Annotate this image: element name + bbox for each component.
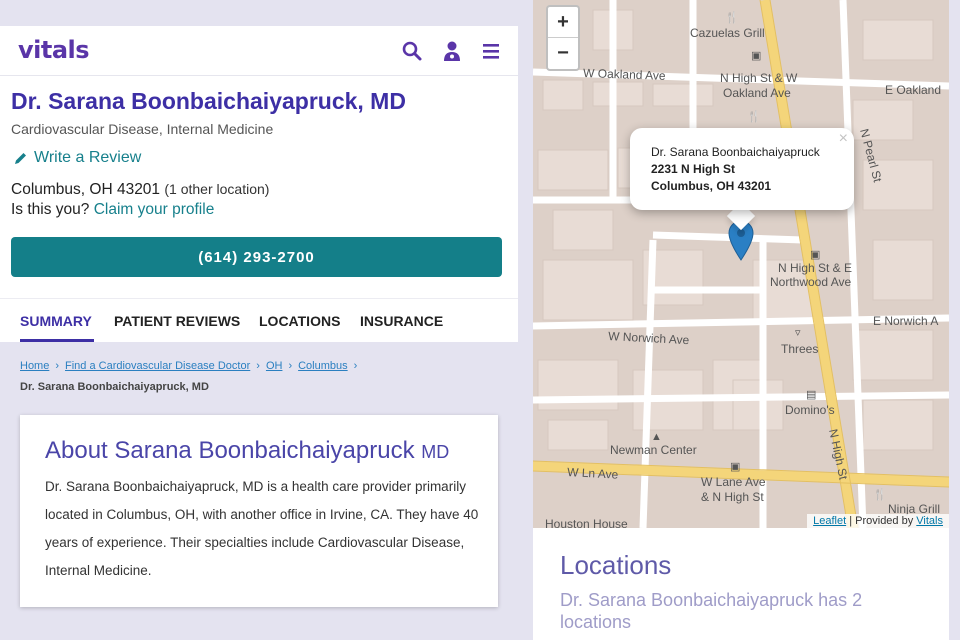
map-label-wlane-nhigh-1: W Lane Ave xyxy=(701,475,766,489)
claim-prefix: Is this you? xyxy=(11,201,90,218)
map-pane: Cazuelas Grill W Oakland Ave N High St &… xyxy=(533,0,949,640)
breadcrumb-home[interactable]: Home xyxy=(20,360,49,372)
map-label-dominos: Domino's xyxy=(785,403,835,417)
about-title-text: About Sarana Boonbaichaiyapruck xyxy=(45,437,415,464)
tab-insurance[interactable]: INSURANCE xyxy=(360,313,443,329)
map-label-nhigh-enorthwood-1: N High St & E xyxy=(778,261,852,275)
popup-name: Dr. Sarana Boonbaichaiyapruck xyxy=(651,145,820,159)
zoom-in-button[interactable]: + xyxy=(548,7,578,38)
map-attribution: Leaflet | Provided by Vitals xyxy=(807,514,949,528)
profile-tabs: SUMMARY PATIENT REVIEWS LOCATIONS INSURA… xyxy=(0,298,518,342)
map-label-houston: Houston House xyxy=(545,517,628,528)
doctor-icon[interactable] xyxy=(441,40,463,62)
map-label-nhigh-woakland-1: N High St & W xyxy=(720,71,798,85)
location-text: Columbus, OH 43201 xyxy=(11,181,161,198)
breadcrumb: Home › Find a Cardiovascular Disease Doc… xyxy=(20,360,357,372)
location-line: Columbus, OH 43201 (1 other location) xyxy=(11,181,269,199)
map-label-e-oakland: E Oakland xyxy=(885,83,941,97)
bar-icon: ▿ xyxy=(795,327,801,339)
claim-profile-link[interactable]: Claim your profile xyxy=(94,201,215,218)
bus-icon: ▣ xyxy=(751,50,761,62)
zoom-out-button[interactable]: − xyxy=(548,38,578,69)
vitals-link[interactable]: Vitals xyxy=(916,515,943,527)
active-tab-indicator xyxy=(20,339,94,342)
vitals-logo[interactable]: vitals xyxy=(18,36,90,64)
zoom-control: + − xyxy=(546,5,580,71)
tab-summary[interactable]: SUMMARY xyxy=(20,313,92,329)
popup-street: 2231 N High St xyxy=(651,162,736,176)
attribution-text: | Provided by xyxy=(849,515,914,527)
map-label-threes: Threes xyxy=(781,342,818,356)
map-label-wlane-nhigh-2: & N High St xyxy=(701,490,764,504)
chevron-right-icon: › xyxy=(353,360,358,372)
breadcrumb-city[interactable]: Columbus xyxy=(298,360,348,372)
map-label-w-oakland: W Oakland Ave xyxy=(583,66,666,83)
map-label-nhigh-enorthwood-2: Northwood Ave xyxy=(770,275,851,289)
restaurant-icon: 🍴 xyxy=(725,11,739,24)
breadcrumb-find-doctor[interactable]: Find a Cardiovascular Disease Doctor xyxy=(65,360,250,372)
search-icon[interactable] xyxy=(401,40,423,62)
restaurant-icon: 🍴 xyxy=(747,110,761,123)
profile-card: Dr. Sarana Boonbaichaiyapruck, MD Cardio… xyxy=(0,76,518,298)
bus-icon: ▣ xyxy=(810,249,820,261)
close-icon[interactable]: × xyxy=(839,130,848,148)
restaurant-icon: 🍴 xyxy=(873,488,887,501)
tab-locations[interactable]: LOCATIONS xyxy=(259,313,340,329)
write-review-link[interactable]: Write a Review xyxy=(13,149,141,167)
locations-title: Locations xyxy=(560,550,672,580)
profile-pane: vitals Dr. Sarana Boonbaichaiyapruck, MD… xyxy=(0,0,520,640)
about-card: About Sarana Boonbaichaiyapruck MD Dr. S… xyxy=(20,415,498,607)
write-review-label[interactable]: Write a Review xyxy=(34,149,141,167)
specialties: Cardiovascular Disease, Internal Medicin… xyxy=(11,121,274,137)
doctor-name: Dr. Sarana Boonbaichaiyapruck, MD xyxy=(11,88,406,114)
building-icon: ▲ xyxy=(651,431,662,443)
breadcrumb-state[interactable]: OH xyxy=(266,360,283,372)
map-label-w-ln: W Ln Ave xyxy=(567,465,619,482)
about-title: About Sarana Boonbaichaiyapruck MD xyxy=(45,437,449,465)
menu-icon[interactable] xyxy=(480,40,502,62)
popup-city: Columbus, OH 43201 xyxy=(651,179,772,193)
site-header: vitals xyxy=(0,26,518,76)
phone-button[interactable]: (614) 293-2700 xyxy=(11,237,502,277)
food-icon: ▤ xyxy=(806,389,816,401)
chevron-right-icon: › xyxy=(288,360,293,372)
other-locations: (1 other location) xyxy=(164,181,270,197)
tab-patient-reviews[interactable]: PATIENT REVIEWS xyxy=(114,313,240,329)
popup-content: Dr. Sarana Boonbaichaiyapruck 2231 N Hig… xyxy=(651,144,820,195)
about-title-suffix: MD xyxy=(421,442,450,462)
leaflet-link[interactable]: Leaflet xyxy=(813,515,846,527)
map-popup: × Dr. Sarana Boonbaichaiyapruck 2231 N H… xyxy=(630,128,854,210)
bus-icon: ▣ xyxy=(730,461,740,473)
chevron-right-icon: › xyxy=(256,360,260,372)
map-label-newman: Newman Center xyxy=(610,443,697,457)
map-label-nhigh-woakland-2: Oakland Ave xyxy=(723,86,791,100)
map-tiles: Cazuelas Grill W Oakland Ave N High St &… xyxy=(533,0,949,528)
chevron-right-icon: › xyxy=(55,360,60,372)
about-body: Dr. Sarana Boonbaichaiyapruck, MD is a h… xyxy=(45,479,479,578)
claim-line: Is this you? Claim your profile xyxy=(11,201,214,219)
locations-subtitle: Dr. Sarana Boonbaichaiyapruck has 2 loca… xyxy=(560,590,863,632)
breadcrumb-current: Dr. Sarana Boonbaichaiyapruck, MD xyxy=(20,381,209,393)
map[interactable]: Cazuelas Grill W Oakland Ave N High St &… xyxy=(533,0,949,528)
map-label-cazuelas: Cazuelas Grill xyxy=(690,26,765,40)
locations-section: Locations Dr. Sarana Boonbaichaiyapruck … xyxy=(560,550,900,633)
pencil-icon xyxy=(15,152,26,164)
map-label-e-norwich: E Norwich A xyxy=(873,314,938,328)
